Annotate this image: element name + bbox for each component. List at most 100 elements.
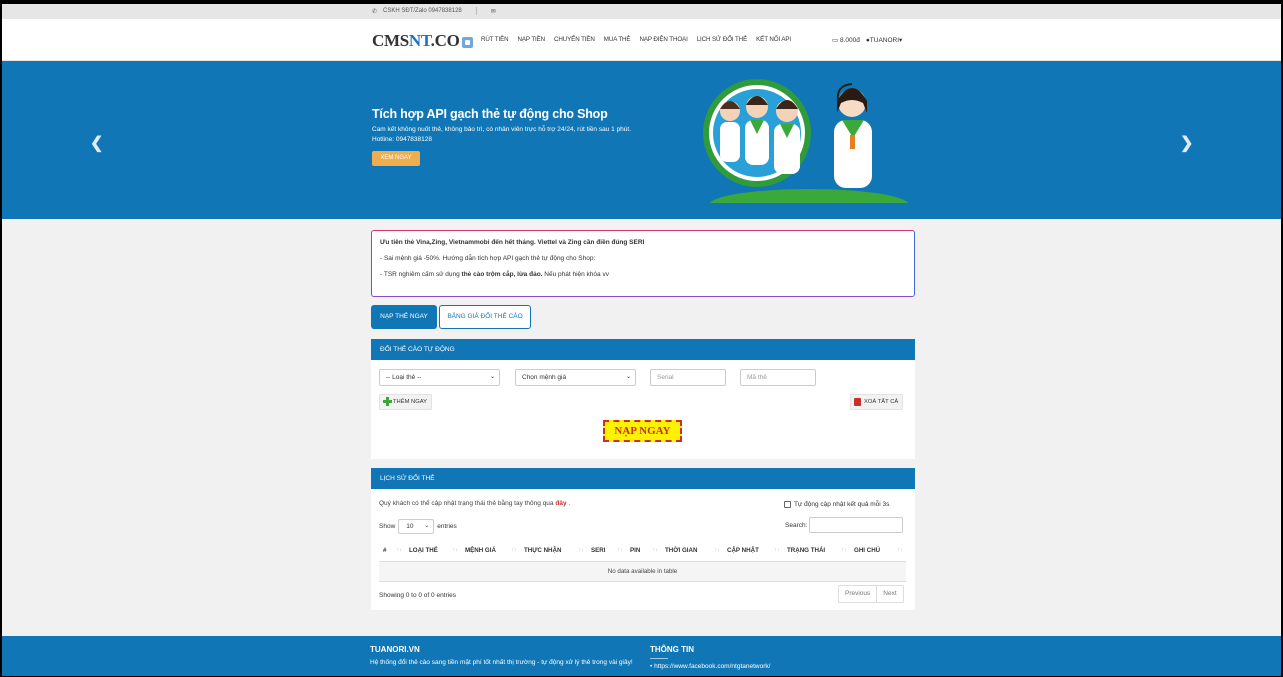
sort-icon: ↑↓ <box>396 547 403 553</box>
hero-title: Tích hợp API gạch thẻ tự động cho Shop <box>372 107 608 121</box>
sort-icon: ↑↓ <box>897 547 904 553</box>
table-row: No data available in table <box>379 561 906 582</box>
table-info: Showing 0 to 0 of 0 entries <box>379 592 456 599</box>
clear-all-button[interactable]: XOÁ TẤT CẢ <box>850 394 904 410</box>
nav-item-deposit[interactable]: NẠP TIỀN <box>518 36 546 43</box>
denomination-value: Chọn mệnh giá <box>522 374 567 381</box>
logo-text-cms: CMS <box>372 31 409 50</box>
logo-text-nt: NT <box>408 31 431 50</box>
site-logo[interactable]: CMSNT.CO <box>372 31 473 51</box>
col-denomination[interactable]: MỆNH GIÁ ↑↓ <box>461 541 520 562</box>
logo-text-co: .CO <box>430 31 460 50</box>
hero-cta-button[interactable]: XEM NGAY <box>372 151 420 166</box>
col-serial[interactable]: SERI ↑↓ <box>587 541 626 562</box>
footer-info-title: THÔNG TIN <box>650 645 694 654</box>
tab-price-table[interactable]: BẢNG GIÁ ĐỔI THẺ CÀO <box>439 305 531 329</box>
nav-item-topup-phone[interactable]: NẠP ĐIỆN THOẠI <box>639 36 687 43</box>
caret-down-icon: ▾ <box>899 37 903 44</box>
sort-icon: ↑↓ <box>578 547 585 553</box>
nav-item-card-history[interactable]: LỊCH SỬ ĐỔI THẺ <box>697 36 748 43</box>
browser-viewport: ✆ CSKH SĐT/Zalo 0947838128 ✉ CMSNT.CO RÚ… <box>2 4 1281 676</box>
site-footer: TUANORI.VN Hệ thống đổi thẻ cào sang tiề… <box>2 636 1281 676</box>
notice-warning-bold: thẻ cào trộm cắp, lừa đảo. <box>461 271 543 278</box>
notice-priority-text: Ưu tiên thẻ Vina,Zing, Vietnammobi đến h… <box>380 239 645 246</box>
sort-icon: ↑↓ <box>714 547 721 553</box>
history-info: Quý khách có thể cập nhật trạng thái thẻ… <box>379 500 570 507</box>
divider <box>475 7 477 15</box>
tab-topup-now[interactable]: NẠP THẺ NGAY <box>371 305 437 329</box>
show-label: Show <box>379 523 396 530</box>
search-input[interactable] <box>809 517 904 533</box>
entries-select[interactable]: 10 ⌄ <box>398 519 435 534</box>
col-updated[interactable]: CẬP NHẬT ↑↓ <box>723 541 783 562</box>
carousel-prev-icon[interactable]: ❮ <box>90 133 103 153</box>
clear-all-label: XOÁ TẤT CẢ <box>864 399 899 405</box>
footer-divider <box>650 658 668 659</box>
denomination-select[interactable]: Chọn mệnh giá ⌄ <box>515 369 636 386</box>
col-time[interactable]: THỜI GIAN ↑↓ <box>661 541 723 562</box>
nav-item-withdraw[interactable]: RÚT TIỀN <box>481 36 509 43</box>
previous-page-button[interactable]: Previous <box>839 586 876 602</box>
col-index[interactable]: # ↑↓ <box>379 541 405 562</box>
chevron-down-icon: ⌄ <box>489 374 495 380</box>
main-navbar: CMSNT.CO RÚT TIỀN NẠP TIỀN CHUYỂN TIỀN M… <box>2 19 1281 61</box>
auto-update-toggle[interactable]: Tự động cập nhật kết quả mỗi 3s <box>784 501 889 508</box>
phone-icon: ✆ <box>372 8 378 15</box>
nav-item-transfer[interactable]: CHUYỂN TIỀN <box>554 36 595 43</box>
plus-icon <box>383 397 392 406</box>
footer-brand-title: TUANORI.VN <box>370 645 420 654</box>
add-card-button[interactable]: THÊM NGAY <box>379 394 433 410</box>
empty-table-message: No data available in table <box>379 561 906 582</box>
notice-line-warning: - TSR nghiêm cấm sử dụng thẻ cào trộm cắ… <box>380 271 906 279</box>
user-menu[interactable]: ●TUANORI▾ <box>866 36 902 44</box>
notice-line-denomination: - Sai mệnh giá -50%. Hướng dẫn tích hợp … <box>380 255 596 262</box>
col-received-label: THỰC NHẬN <box>524 547 562 555</box>
col-status[interactable]: TRẠNG THÁI ↑↓ <box>783 541 850 562</box>
next-page-button[interactable]: Next <box>876 586 902 602</box>
card-code-input[interactable]: Mã thẻ <box>740 369 816 386</box>
col-received[interactable]: THỰC NHẬN ↑↓ <box>520 541 587 562</box>
support-team-illustration <box>703 79 909 203</box>
entries-value: 10 <box>406 523 414 530</box>
account-area: ▭ 8.000đ ●TUANORI▾ <box>832 36 902 44</box>
nav-item-buy-card[interactable]: MUA THẺ <box>604 36 631 43</box>
col-time-label: THỜI GIAN <box>665 547 698 555</box>
entries-length-control: Show 10 ⌄ entries <box>379 519 457 534</box>
exchange-panel-title: ĐỔI THẺ CÀO TỰ ĐỘNG <box>371 339 915 360</box>
username: TUANORI <box>869 37 900 44</box>
notice-warning-pre: - TSR nghiêm cấm sử dụng <box>380 271 462 278</box>
auto-update-label: Tự động cập nhật kết quả mỗi 3s <box>794 501 890 508</box>
footer-about: TUANORI.VN Hệ thống đổi thẻ cào sang tiề… <box>370 645 640 668</box>
carousel-next-icon[interactable]: ❯ <box>1180 133 1193 153</box>
pagination: Previous Next <box>838 585 904 603</box>
sort-icon: ↑↓ <box>511 547 518 553</box>
col-serial-label: SERI <box>591 547 606 555</box>
col-note[interactable]: GHI CHÚ ↑↓ <box>850 541 906 562</box>
footer-facebook-link[interactable]: • https://www.facebook.com/ntgtanetwork/ <box>650 662 770 672</box>
auto-update-checkbox[interactable] <box>784 501 791 508</box>
history-panel-title: LỊCH SỬ ĐỔI THẺ <box>371 468 915 489</box>
col-pin[interactable]: PIN ↑↓ <box>626 541 661 562</box>
history-info-end: . <box>566 500 571 507</box>
wallet-balance[interactable]: ▭ 8.000đ <box>832 36 860 44</box>
manual-update-link[interactable]: đây <box>555 500 566 507</box>
balance-value: 8.000đ <box>839 37 860 44</box>
serial-input[interactable]: Serial <box>650 369 726 386</box>
col-card-type[interactable]: LOẠI THẺ ↑↓ <box>405 541 461 562</box>
card-type-value: -- Loại thẻ -- <box>386 374 422 381</box>
card-type-select[interactable]: -- Loại thẻ -- ⌄ <box>379 369 500 386</box>
col-index-label: # <box>383 547 387 555</box>
table-header-row: # ↑↓ LOẠI THẺ ↑↓ MỆNH GIÁ ↑↓ THỰC NHẬN ↑↓ SE… <box>379 541 906 562</box>
nav-item-api[interactable]: KẾT NỐI API <box>756 36 791 43</box>
table-search: Search: <box>785 517 904 533</box>
search-label: Search: <box>785 521 808 529</box>
mail-icon[interactable]: ✉ <box>491 8 496 15</box>
submit-topup-button[interactable]: NẠP NGAY <box>603 420 682 442</box>
footer-info: THÔNG TIN • https://www.facebook.com/ntg… <box>650 645 770 672</box>
chevron-down-icon: ⌄ <box>424 523 430 529</box>
hero-description: Cam kết không nuốt thẻ, không bảo trì, c… <box>372 126 632 143</box>
hero-carousel: ❮ ❯ Tích hợp API gạch thẻ tự động cho Sh… <box>2 61 1281 219</box>
notice-box: Ưu tiên thẻ Vina,Zing, Vietnammobi đến h… <box>371 230 915 297</box>
facebook-link-text[interactable]: https://www.facebook.com/ntgtanetwork/ <box>654 663 770 670</box>
footer-brand-text: Hệ thống đổi thẻ cào sang tiền mặt phí t… <box>370 659 633 666</box>
